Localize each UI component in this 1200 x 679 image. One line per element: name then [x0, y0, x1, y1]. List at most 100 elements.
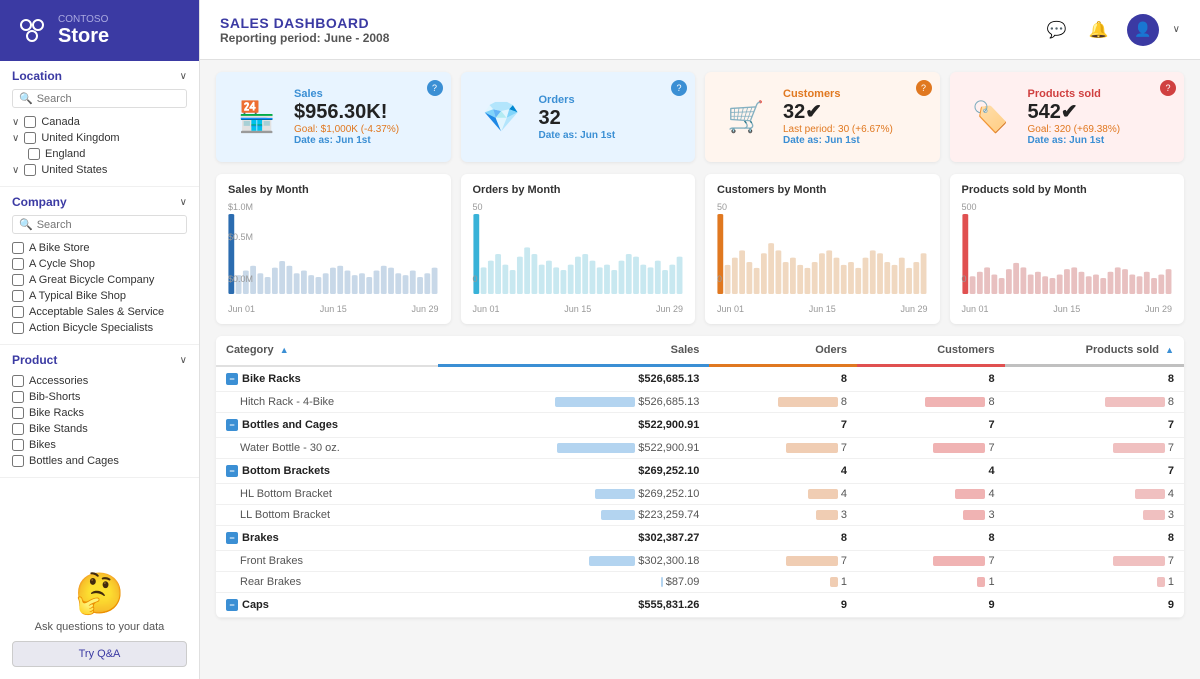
table-row[interactable]: LL Bottom Bracket $223,259.74 3 3 3: [216, 505, 1184, 526]
chart-title-3: Products sold by Month: [962, 184, 1173, 196]
product-checkbox[interactable]: [12, 391, 24, 403]
canada-checkbox[interactable]: [24, 116, 36, 128]
qa-button[interactable]: Try Q&A: [12, 641, 187, 667]
brand-name: CONTOSO: [58, 14, 109, 25]
company-filter: Company ∨ 🔍 A Bike Store A Cycle ShopA Gr…: [0, 187, 199, 345]
uk-checkbox[interactable]: [24, 132, 36, 144]
chart-svg-2: [717, 214, 928, 294]
company-item[interactable]: A Bike Store: [12, 240, 187, 256]
table-row[interactable]: Front Brakes $302,300.18 7 7 7: [216, 551, 1184, 572]
location-filter-header[interactable]: Location ∨: [12, 69, 187, 83]
product-chevron-icon: ∨: [180, 355, 187, 366]
chart-svg-3: [962, 214, 1173, 294]
kpi-info-2: Customers 32✔ Last period: 30 (+6.67%) D…: [783, 88, 926, 146]
product-item-label: Accessories: [29, 375, 88, 387]
top-bar-right: 💬 🔔 👤 ∨: [1043, 14, 1180, 46]
company-search-input[interactable]: [37, 219, 180, 231]
category-sort-icon[interactable]: ▲: [280, 345, 289, 355]
table-row[interactable]: −Bike Racks $526,685.13 8 8 8: [216, 366, 1184, 392]
product-item[interactable]: Bib-Shorts: [12, 389, 187, 405]
orders-bar: [816, 510, 838, 520]
company-item[interactable]: A Typical Bike Shop: [12, 288, 187, 304]
row-products: 8: [1005, 366, 1184, 392]
kpi-help-1[interactable]: ?: [671, 80, 687, 96]
row-category: −Bottom Brackets: [216, 459, 438, 484]
company-checkbox[interactable]: [12, 322, 24, 334]
row-category: −Brakes: [216, 526, 438, 551]
table-row[interactable]: Hitch Rack - 4-Bike $526,685.13 8 8 8: [216, 392, 1184, 413]
chat-icon-button[interactable]: 💬: [1043, 16, 1071, 44]
product-item[interactable]: Bottles and Cages: [12, 453, 187, 469]
kpi-icon-0: 🏪: [230, 90, 284, 144]
row-products: 7: [1005, 459, 1184, 484]
customers-bar: [925, 397, 985, 407]
company-checkbox[interactable]: [12, 306, 24, 318]
company-item[interactable]: A Cycle Shop: [12, 256, 187, 272]
sales-bar: [601, 510, 635, 520]
expand-icon[interactable]: −: [226, 419, 238, 431]
location-england[interactable]: England: [12, 146, 187, 162]
product-item[interactable]: Bike Racks: [12, 405, 187, 421]
table-row[interactable]: −Bottom Brackets $269,252.10 4 4 7: [216, 459, 1184, 484]
qa-text: Ask questions to your data: [12, 621, 187, 633]
table-row[interactable]: −Brakes $302,387.27 8 8 8: [216, 526, 1184, 551]
company-item-label: A Bike Store: [29, 242, 90, 254]
location-search-box[interactable]: 🔍: [12, 89, 187, 108]
col-orders: Oders: [709, 336, 857, 366]
location-uk[interactable]: ∨ United Kingdom: [12, 130, 187, 146]
kpi-help-2[interactable]: ?: [916, 80, 932, 96]
product-checkbox[interactable]: [12, 375, 24, 387]
england-checkbox[interactable]: [28, 148, 40, 160]
location-filter: Location ∨ 🔍 ∨ Canada ∨ United Kingdom E…: [0, 61, 199, 187]
table-row[interactable]: −Caps $555,831.26 9 9 9: [216, 593, 1184, 618]
company-item[interactable]: A Great Bicycle Company: [12, 272, 187, 288]
expand-icon[interactable]: −: [226, 373, 238, 385]
row-products: 4: [1005, 484, 1184, 505]
chart-y-max-3: 500: [962, 202, 977, 212]
company-filter-header[interactable]: Company ∨: [12, 195, 187, 209]
table-row[interactable]: −Bottles and Cages $522,900.91 7 7 7: [216, 413, 1184, 438]
chart-y-mid-0: $0.5M: [228, 232, 253, 242]
table-row[interactable]: Water Bottle - 30 oz. $522,900.91 7 7 7: [216, 438, 1184, 459]
kpi-value-2: 32✔: [783, 100, 926, 124]
expand-icon[interactable]: −: [226, 465, 238, 477]
product-checkbox[interactable]: [12, 439, 24, 451]
expand-icon[interactable]: −: [226, 532, 238, 544]
product-checkbox[interactable]: [12, 423, 24, 435]
uk-collapse-icon: ∨: [12, 133, 19, 144]
product-filter-header[interactable]: Product ∨: [12, 353, 187, 367]
sidebar: CONTOSO Store Location ∨ 🔍 ∨ Canada ∨ Un…: [0, 0, 200, 679]
bell-icon-button[interactable]: 🔔: [1085, 16, 1113, 44]
products-sort-icon[interactable]: ▲: [1165, 345, 1174, 355]
kpi-help-0[interactable]: ?: [427, 80, 443, 96]
kpi-date-0: Date as: Jun 1st: [294, 135, 437, 146]
company-checkbox[interactable]: [12, 258, 24, 270]
location-canada[interactable]: ∨ Canada: [12, 114, 187, 130]
table-row[interactable]: Rear Brakes $87.09 1 1 1: [216, 572, 1184, 593]
product-item[interactable]: Bikes: [12, 437, 187, 453]
kpi-help-3[interactable]: ?: [1160, 80, 1176, 96]
company-checkbox[interactable]: [12, 242, 24, 254]
uk-label: United Kingdom: [41, 132, 119, 144]
user-avatar[interactable]: 👤: [1127, 14, 1159, 46]
company-checkbox[interactable]: [12, 274, 24, 286]
location-us[interactable]: ∨ United States: [12, 162, 187, 178]
company-checkbox[interactable]: [12, 290, 24, 302]
us-checkbox[interactable]: [24, 164, 36, 176]
company-item[interactable]: Action Bicycle Specialists: [12, 320, 187, 336]
location-search-input[interactable]: [37, 93, 180, 105]
chart-card-2: Customers by Month 50 0 Jun 01Jun 15Jun …: [705, 174, 940, 324]
product-item[interactable]: Bike Stands: [12, 421, 187, 437]
expand-icon[interactable]: −: [226, 599, 238, 611]
product-checkbox[interactable]: [12, 407, 24, 419]
company-filter-title: Company: [12, 195, 67, 209]
product-item[interactable]: Accessories: [12, 373, 187, 389]
product-checkbox[interactable]: [12, 455, 24, 467]
chart-x-label-3-0: Jun 01: [962, 304, 989, 314]
table-row[interactable]: HL Bottom Bracket $269,252.10 4 4 4: [216, 484, 1184, 505]
company-item[interactable]: Acceptable Sales & Service: [12, 304, 187, 320]
kpi-row: 🏪 Sales $956.30K! Goal: $1,000K (-4.37%)…: [216, 72, 1184, 162]
row-sales: $87.09: [438, 572, 710, 593]
company-search-box[interactable]: 🔍: [12, 215, 187, 234]
row-customers: 1: [857, 572, 1005, 593]
